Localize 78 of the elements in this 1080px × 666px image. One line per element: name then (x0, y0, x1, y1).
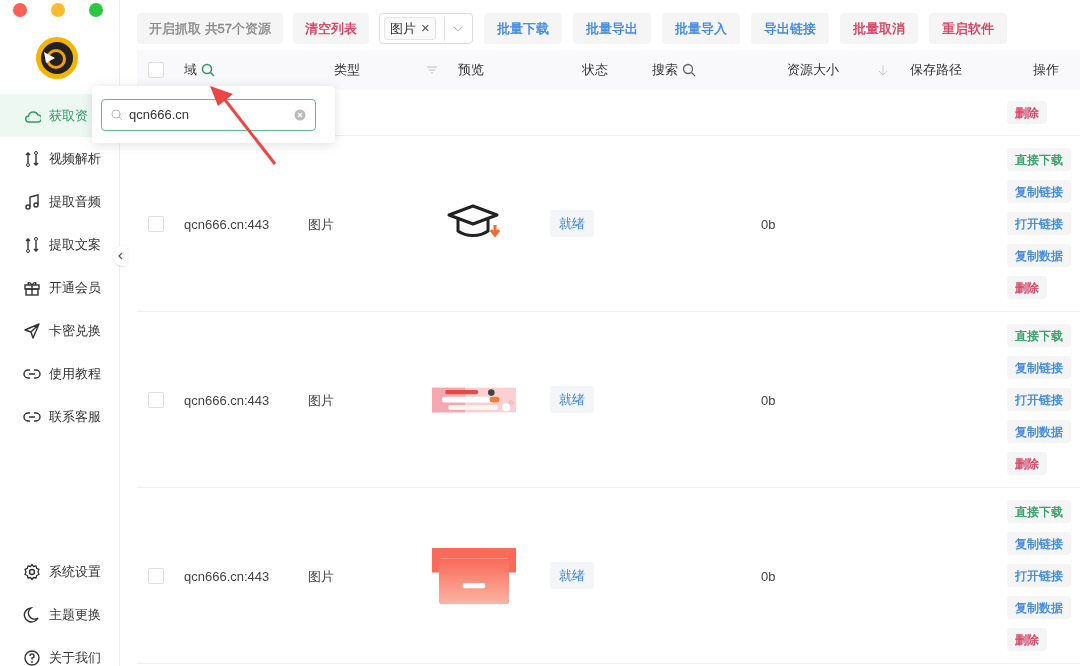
action-button[interactable]: 复制链接 (1007, 532, 1071, 555)
size-text: 0b (761, 216, 776, 232)
column-header: 域 (184, 61, 197, 80)
swap-arrows-icon (23, 235, 41, 254)
column-header: 操作 (1033, 61, 1059, 80)
action-button[interactable]: 复制数据 (1007, 244, 1071, 267)
action-button[interactable]: 打开链接 (1007, 388, 1071, 411)
search-icon[interactable] (201, 63, 215, 77)
toolbar-button[interactable]: 批量下载 (484, 13, 563, 44)
select-all-checkbox[interactable] (148, 62, 164, 78)
sidebar-item[interactable]: 视频解析 (0, 137, 112, 180)
status-tag: 就绪 (550, 209, 594, 238)
action-button[interactable]: 删除 (1007, 452, 1047, 475)
domain-search-field[interactable]: qcn666.cn (101, 98, 316, 131)
sidebar-item[interactable]: 关于我们 (0, 636, 112, 666)
settings-icon (23, 562, 41, 581)
clear-button[interactable]: 清空列表 (293, 13, 370, 44)
toolbar-button[interactable]: 批量取消 (840, 13, 919, 44)
music-note-icon (23, 192, 41, 211)
tag-remove-icon[interactable]: × (421, 17, 430, 40)
sidebar-item[interactable]: 提取音频 (0, 180, 112, 223)
domain-text: qcn666.cn:443 (184, 392, 270, 408)
toolbar-button[interactable]: 重启软件 (929, 13, 1008, 44)
search-icon[interactable] (682, 63, 696, 77)
sort-icon[interactable] (878, 64, 888, 76)
status-tag: 就绪 (550, 385, 594, 414)
sidebar-item[interactable]: 使用教程 (0, 352, 112, 395)
collapse-handle[interactable] (113, 246, 127, 266)
status-tag: 就绪 (550, 561, 594, 590)
capture-button[interactable]: 开启抓取 共57个资源 (137, 13, 284, 44)
filter-tag: 图片 × (384, 17, 436, 40)
row-checkbox[interactable] (148, 391, 164, 408)
row-checkbox[interactable] (148, 567, 164, 584)
filter-icon[interactable] (426, 65, 438, 75)
help-icon (23, 648, 41, 666)
toolbar-button[interactable]: 批量导入 (662, 13, 741, 44)
column-header: 预览 (458, 61, 484, 80)
clear-icon[interactable] (294, 108, 306, 121)
toolbar-button[interactable]: 批量导出 (573, 13, 652, 44)
action-button[interactable]: 删除 (1007, 101, 1047, 124)
action-button[interactable]: 复制数据 (1007, 596, 1071, 619)
sidebar-item[interactable]: 联系客服 (0, 395, 112, 438)
action-button[interactable]: 打开链接 (1007, 564, 1071, 587)
column-header: 保存路径 (910, 61, 962, 80)
logo-icon (35, 36, 79, 80)
sidebar-item[interactable]: 卡密兑换 (0, 309, 112, 352)
sidebar-item[interactable]: 主题更换 (0, 593, 112, 636)
action-button[interactable]: 直接下载 (1007, 500, 1071, 523)
size-text: 0b (761, 568, 776, 584)
row-checkbox[interactable] (148, 215, 164, 232)
toolbar-button[interactable]: 导出链接 (751, 13, 830, 44)
column-header: 资源大小 (787, 61, 839, 80)
action-button[interactable]: 复制数据 (1007, 420, 1071, 443)
paper-plane-icon (23, 321, 41, 340)
moon-icon (23, 605, 41, 624)
size-text: 0b (761, 392, 776, 408)
column-header: 类型 (334, 61, 360, 80)
swap-arrows-icon (23, 149, 41, 168)
sidebar-item[interactable]: 提取文案 (0, 223, 112, 266)
chevron-down-icon (452, 25, 463, 32)
action-button[interactable]: 复制链接 (1007, 356, 1071, 379)
action-button[interactable]: 打开链接 (1007, 212, 1071, 235)
column-header: 状态 (582, 61, 608, 80)
action-button[interactable]: 删除 (1007, 628, 1047, 651)
type-text: 图片 (308, 216, 334, 232)
type-select[interactable]: 图片 × (379, 13, 474, 44)
type-text: 图片 (308, 392, 334, 408)
action-button[interactable]: 复制链接 (1007, 180, 1071, 203)
domain-text: qcn666.cn:443 (184, 216, 270, 232)
action-button[interactable]: 删除 (1007, 276, 1047, 299)
search-icon (111, 108, 123, 121)
action-button[interactable]: 直接下载 (1007, 148, 1071, 171)
column-header: 搜索 (652, 61, 678, 80)
domain-text: qcn666.cn:443 (184, 568, 270, 584)
action-button[interactable]: 直接下载 (1007, 324, 1071, 347)
sidebar-item[interactable]: 开通会员 (0, 266, 112, 309)
type-text: 图片 (308, 568, 334, 584)
sidebar-item[interactable]: 系统设置 (0, 550, 112, 593)
